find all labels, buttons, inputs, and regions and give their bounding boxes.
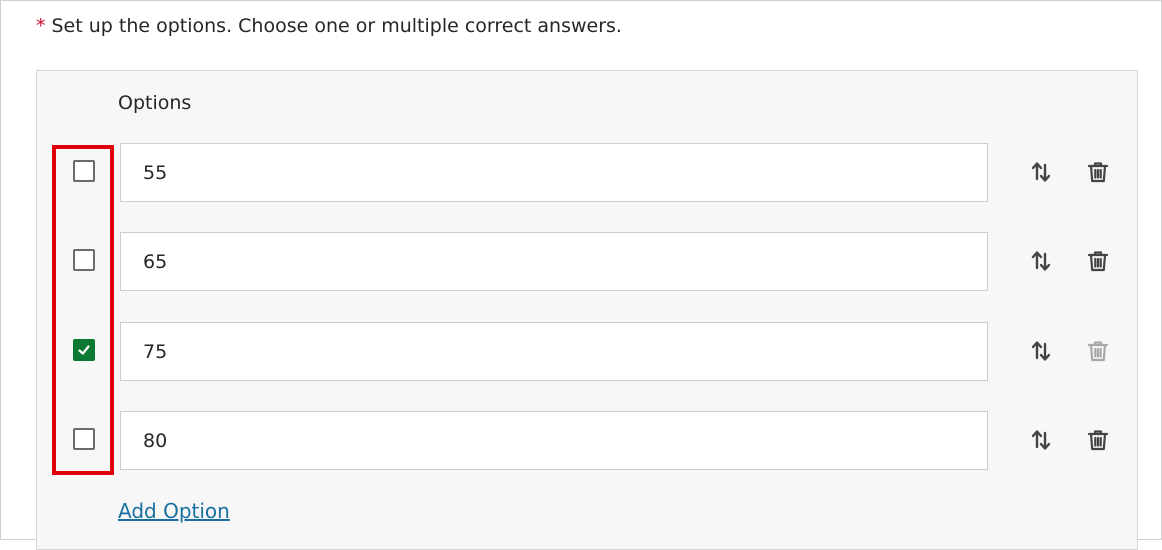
delete-option-button[interactable]: [1084, 337, 1112, 365]
option-input[interactable]: [120, 143, 988, 202]
checkbox-highlight-box: [52, 145, 114, 475]
option-input[interactable]: [120, 232, 988, 291]
trash-icon: [1087, 162, 1109, 183]
reorder-button[interactable]: [1027, 337, 1055, 365]
trash-icon: [1087, 430, 1109, 451]
reorder-arrows-icon: [1031, 251, 1051, 271]
reorder-button[interactable]: [1027, 247, 1055, 275]
required-marker: *: [36, 15, 46, 37]
delete-option-button[interactable]: [1084, 158, 1112, 186]
reorder-arrows-icon: [1031, 430, 1051, 450]
option-row: [37, 232, 1137, 292]
trash-icon: [1087, 341, 1109, 362]
instruction-text: * Set up the options. Choose one or multi…: [36, 15, 622, 37]
delete-option-button[interactable]: [1084, 247, 1112, 275]
reorder-arrows-icon: [1031, 341, 1051, 361]
options-panel: Options Add Option: [36, 70, 1138, 550]
option-row: [37, 322, 1137, 382]
reorder-button[interactable]: [1027, 426, 1055, 454]
options-heading: Options: [118, 92, 192, 114]
add-option-link[interactable]: Add Option: [118, 499, 230, 523]
instruction-label: Set up the options. Choose one or multip…: [51, 15, 622, 37]
delete-option-button[interactable]: [1084, 426, 1112, 454]
trash-icon: [1087, 251, 1109, 272]
reorder-arrows-icon: [1031, 162, 1051, 182]
option-row: [37, 143, 1137, 203]
option-input[interactable]: [120, 322, 988, 381]
option-input[interactable]: [120, 411, 988, 470]
option-row: [37, 411, 1137, 471]
reorder-button[interactable]: [1027, 158, 1055, 186]
